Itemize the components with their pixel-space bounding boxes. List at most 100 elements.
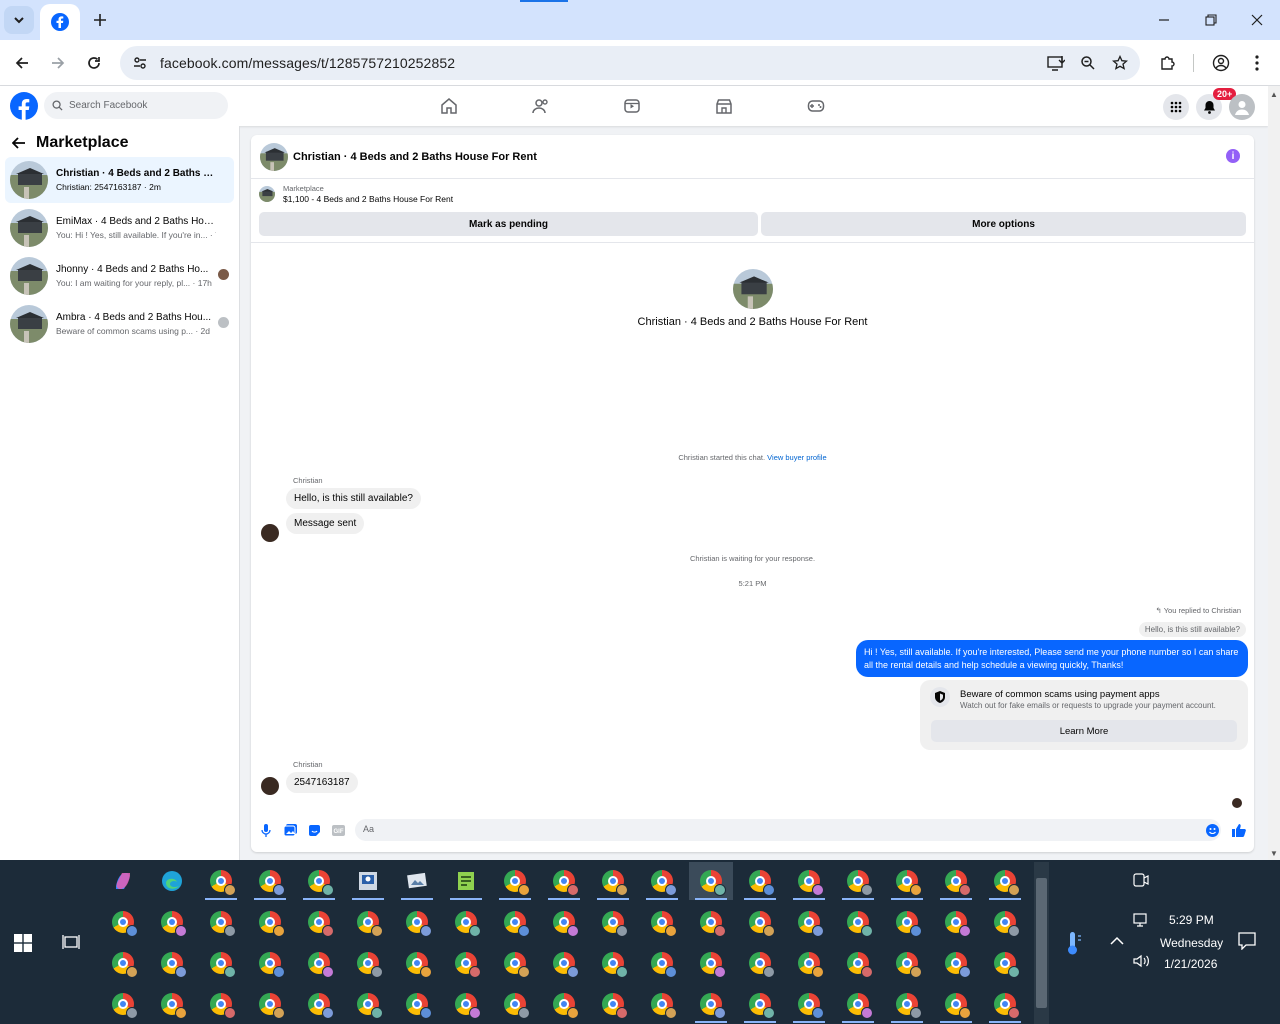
chrome-profile-taskbar-icon[interactable] [297,862,341,900]
chrome-profile-taskbar-icon[interactable] [199,985,243,1023]
notepad-taskbar-icon[interactable] [444,862,488,900]
chrome-profile-taskbar-icon[interactable] [689,862,733,900]
system-app-taskbar-icon[interactable] [346,862,390,900]
extensions-button[interactable] [1156,51,1180,75]
conversation-item[interactable]: Ambra · 4 Beds and 2 Baths Hou... Beware… [5,301,234,347]
chrome-profile-taskbar-icon[interactable] [346,985,390,1023]
like-button[interactable] [1232,823,1246,837]
chrome-profile-taskbar-icon[interactable] [934,944,978,982]
taskbar-scrollbar[interactable] [1034,862,1049,1024]
tab-search-button[interactable] [4,6,34,34]
chrome-profile-taskbar-icon[interactable] [689,944,733,982]
chrome-profile-taskbar-icon[interactable] [591,985,635,1023]
conversation-item[interactable]: EmiMax · 4 Beds and 2 Baths Hous... You:… [5,205,234,251]
clock-time[interactable]: 5:29 PM [1169,913,1214,927]
chrome-profile-taskbar-icon[interactable] [787,985,831,1023]
edge-taskbar-icon[interactable] [150,862,194,900]
voice-clip-button[interactable] [259,823,273,837]
chrome-profile-taskbar-icon[interactable] [101,985,145,1023]
incoming-message[interactable]: Hello, is this still available? [286,488,421,509]
chrome-profile-taskbar-icon[interactable] [542,862,586,900]
forward-button[interactable] [46,51,70,75]
view-buyer-profile-link[interactable]: View buyer profile [767,453,826,462]
more-options-button[interactable]: More options [761,212,1246,236]
chrome-profile-taskbar-icon[interactable] [199,944,243,982]
outgoing-message[interactable]: Hi ! Yes, still available. If you're int… [856,640,1248,677]
url-text[interactable]: facebook.com/messages/t/1285757210252852 [160,55,455,71]
chrome-profile-taskbar-icon[interactable] [885,903,929,941]
minimize-button[interactable] [1152,8,1176,32]
weather-thermometer-icon[interactable] [1064,930,1082,956]
chrome-profile-taskbar-icon[interactable] [836,862,880,900]
chrome-profile-taskbar-icon[interactable] [297,944,341,982]
bookmark-button[interactable] [1108,51,1132,75]
attach-photo-button[interactable] [283,823,297,837]
chrome-profile-taskbar-icon[interactable] [983,944,1027,982]
close-window-button[interactable] [1245,8,1269,32]
back-arrow-icon[interactable] [12,136,26,150]
message-input[interactable]: Aa [355,819,1221,841]
nav-home[interactable] [436,94,462,118]
notification-center-button[interactable] [1238,932,1256,950]
chrome-profile-taskbar-icon[interactable] [591,903,635,941]
conversation-item[interactable]: Christian · 4 Beds and 2 Baths Hou... Ch… [5,157,234,203]
chrome-profile-taskbar-icon[interactable] [689,985,733,1023]
chrome-profile-taskbar-icon[interactable] [297,985,341,1023]
photos-taskbar-icon[interactable] [395,862,439,900]
scroll-down-arrow-icon[interactable]: ▼ [1270,849,1278,858]
sender-avatar[interactable] [261,524,279,542]
gif-button[interactable]: GIF [331,823,345,837]
chrome-profile-taskbar-icon[interactable] [444,944,488,982]
clock-day[interactable]: Wednesday [1160,936,1223,950]
chrome-profile-taskbar-icon[interactable] [101,944,145,982]
taskbar-scroll-thumb[interactable] [1036,878,1047,1008]
chrome-profile-taskbar-icon[interactable] [101,903,145,941]
chrome-profile-taskbar-icon[interactable] [444,985,488,1023]
copilot-taskbar-icon[interactable] [101,862,145,900]
chrome-profile-taskbar-icon[interactable] [934,862,978,900]
chrome-profile-taskbar-icon[interactable] [493,944,537,982]
sticker-button[interactable] [307,823,321,837]
mark-as-pending-button[interactable]: Mark as pending [259,212,758,236]
chrome-profile-taskbar-icon[interactable] [983,985,1027,1023]
chrome-profile-taskbar-icon[interactable] [395,944,439,982]
chrome-profile-taskbar-icon[interactable] [248,985,292,1023]
network-icon[interactable] [1133,912,1151,928]
chrome-profile-taskbar-icon[interactable] [542,985,586,1023]
chrome-profile-taskbar-icon[interactable] [640,903,684,941]
reload-button[interactable] [82,51,106,75]
chrome-profile-taskbar-icon[interactable] [346,903,390,941]
zoom-button[interactable] [1076,51,1100,75]
chrome-profile-taskbar-icon[interactable] [640,862,684,900]
chrome-profile-taskbar-icon[interactable] [346,944,390,982]
account-avatar[interactable] [1229,94,1255,120]
chrome-profile-taskbar-icon[interactable] [885,944,929,982]
chrome-profile-taskbar-icon[interactable] [934,985,978,1023]
chrome-profile-taskbar-icon[interactable] [640,985,684,1023]
chrome-profile-taskbar-icon[interactable] [983,862,1027,900]
back-button[interactable] [10,51,34,75]
install-app-button[interactable] [1044,51,1068,75]
chrome-profile-taskbar-icon[interactable] [885,862,929,900]
sender-avatar[interactable] [261,777,279,795]
chrome-profile-taskbar-icon[interactable] [689,903,733,941]
facebook-logo[interactable] [10,92,38,120]
conversation-item[interactable]: Jhonny · 4 Beds and 2 Baths Ho... You: I… [5,253,234,299]
scroll-up-arrow-icon[interactable]: ▲ [1270,90,1278,99]
nav-video[interactable] [619,94,645,118]
quoted-message[interactable]: Hello, is this still available? [1138,622,1246,637]
chrome-profile-taskbar-icon[interactable] [150,944,194,982]
site-info-button[interactable] [120,55,160,71]
incoming-message[interactable]: Message sent [286,513,365,534]
chrome-profile-taskbar-icon[interactable] [395,985,439,1023]
chrome-profile-taskbar-icon[interactable] [248,944,292,982]
tab-facebook[interactable] [40,4,80,40]
chrome-profile-taskbar-icon[interactable] [836,903,880,941]
chrome-profile-taskbar-icon[interactable] [199,862,243,900]
chrome-profile-taskbar-icon[interactable] [591,862,635,900]
chrome-profile-taskbar-icon[interactable] [150,903,194,941]
chrome-profile-taskbar-icon[interactable] [591,944,635,982]
nav-friends[interactable] [528,94,554,118]
chrome-profile-taskbar-icon[interactable] [248,903,292,941]
emoji-button[interactable] [1205,823,1219,837]
